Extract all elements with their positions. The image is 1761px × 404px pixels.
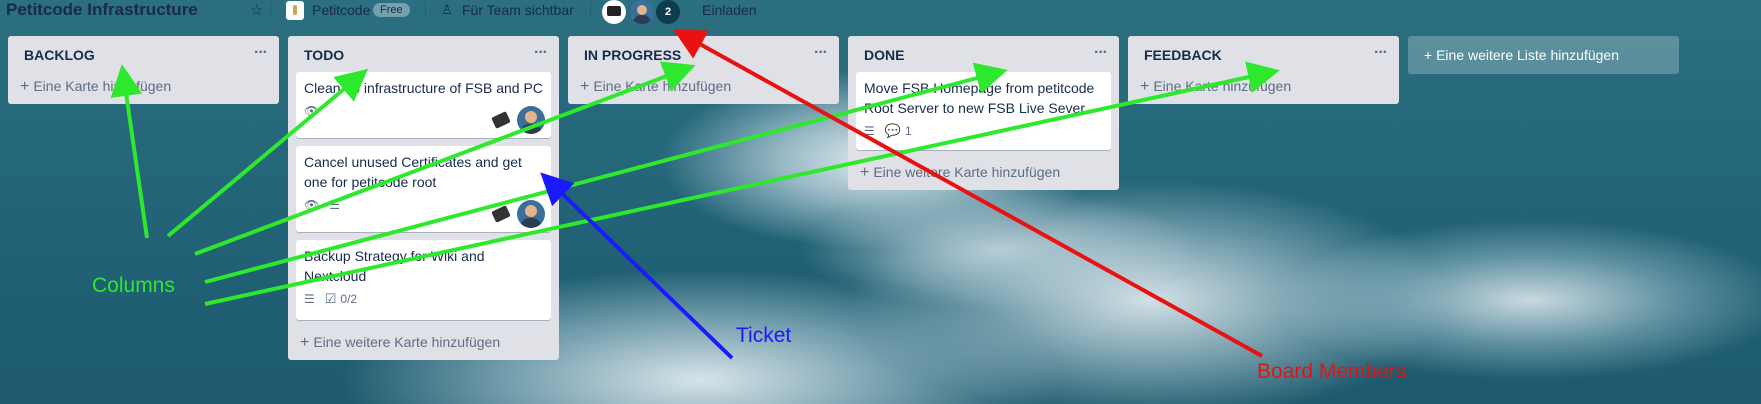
- annotation-board-members: Board Members: [1257, 360, 1407, 383]
- annotation-ticket: Ticket: [736, 324, 792, 347]
- annotation-columns: Columns: [92, 274, 175, 297]
- annotation-overlay: [110, 29, 1280, 360]
- columns-arrow: [166, 68, 369, 238]
- columns-arrow: [110, 64, 149, 239]
- columns-arrow: [194, 61, 696, 256]
- ticket-arrow: [540, 172, 734, 360]
